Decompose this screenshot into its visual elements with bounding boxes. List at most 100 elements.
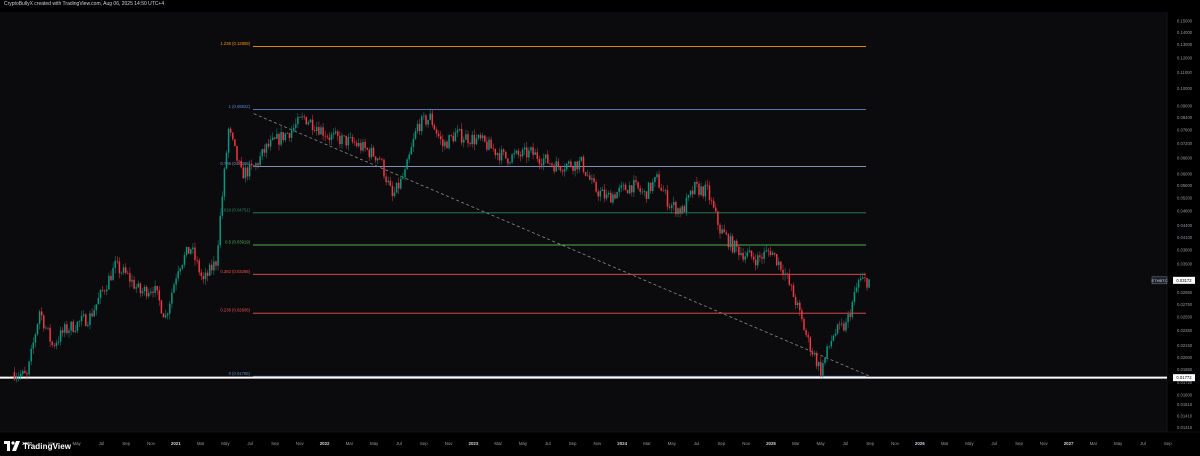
candle-body: [465, 134, 467, 140]
candle-body: [288, 133, 291, 138]
candle-body: [759, 255, 761, 258]
candle-body: [859, 278, 862, 281]
candle-body: [143, 286, 146, 292]
candle-body: [406, 159, 408, 170]
candle-body: [456, 130, 459, 133]
price-chart[interactable]: 0.15000 0.14000 0.13000 0.12000 0.11000 0.100…: [0, 0, 1200, 456]
candle-body: [549, 163, 551, 165]
x-tick-label: Sep: [866, 441, 874, 446]
candle-body: [427, 119, 429, 125]
candle-body: [614, 194, 616, 199]
y-tick-label: 0.05200: [1177, 195, 1193, 200]
candle: [162, 312, 165, 318]
candle-body: [740, 252, 742, 256]
candle-body: [290, 130, 293, 138]
candle-body: [597, 191, 599, 197]
candle-body: [492, 148, 494, 150]
candle-body: [700, 186, 702, 195]
candle-body: [696, 181, 698, 184]
candle-body: [372, 147, 375, 157]
candle-body: [574, 161, 576, 171]
candle-body: [822, 363, 824, 376]
y-tick-label: 0.01600: [1177, 392, 1193, 397]
candle-body: [255, 163, 257, 167]
candle-body: [173, 284, 175, 293]
candle-body: [578, 160, 581, 170]
candle-body: [532, 147, 534, 155]
candle-body: [154, 285, 156, 293]
candle-body: [139, 283, 142, 294]
candle-body: [750, 250, 753, 257]
candle-body: [286, 133, 289, 134]
candle-body: [32, 342, 35, 349]
candle-body: [788, 274, 791, 285]
candle-body: [796, 302, 799, 305]
candle-body: [301, 116, 303, 118]
x-tick-label: Sep: [569, 441, 577, 446]
candle-body: [397, 182, 400, 189]
candle-body: [534, 152, 536, 155]
y-tick-label: 0.06000: [1177, 171, 1193, 176]
candle-body: [704, 184, 707, 197]
candle-body: [223, 168, 226, 197]
candle-body: [635, 180, 637, 183]
candle-body: [733, 240, 736, 253]
candle-body: [864, 277, 866, 279]
candle-body: [393, 192, 396, 196]
candle: [836, 323, 839, 336]
candle: [775, 253, 778, 267]
candle-body: [320, 127, 322, 135]
candle-body: [211, 264, 213, 271]
candle-body: [236, 145, 238, 161]
x-tick-label: Nov: [1040, 441, 1049, 446]
candle-body: [133, 279, 135, 289]
y-tick-label: 0.04400: [1177, 223, 1193, 228]
x-tick-label: Mar: [1090, 441, 1098, 446]
fib-level-label: 1.236 (0.12859): [220, 41, 250, 46]
candle-body: [662, 190, 665, 192]
tradingview-logo[interactable]: TradingView: [4, 440, 71, 452]
fib-level-label: 0.382 (0.03288): [220, 269, 250, 274]
candle-body: [118, 261, 121, 274]
candle-body: [744, 256, 746, 260]
candle-body: [278, 133, 280, 145]
candle-body: [416, 123, 419, 132]
candle-body: [689, 190, 692, 195]
x-tick-label: Sep: [122, 441, 130, 446]
x-tick-label: Jul: [99, 441, 105, 446]
symbol-price-tag-label: ETHBTC: [1152, 278, 1168, 283]
x-tick-label: Sep: [1015, 441, 1023, 446]
candle-body: [458, 128, 461, 131]
candle-body: [555, 161, 557, 172]
candle-body: [763, 251, 765, 259]
candle-body: [110, 275, 112, 281]
candle-body: [421, 116, 423, 132]
candle-body: [641, 191, 644, 193]
candle-body: [645, 191, 648, 199]
tradingview-wordmark: TradingView: [23, 441, 72, 451]
candle-body: [246, 167, 249, 177]
candle-body: [746, 252, 749, 257]
candle-body: [36, 323, 39, 335]
candle-body: [610, 192, 612, 203]
candle-body: [116, 260, 119, 262]
candle-body: [267, 143, 270, 147]
candle-body: [232, 132, 234, 140]
candle-body: [612, 194, 614, 203]
candle-body: [507, 158, 509, 164]
y-tick-label: 0.14000: [1177, 30, 1193, 35]
candle-body: [649, 182, 652, 192]
candle-body: [754, 259, 757, 266]
candle-body: [408, 154, 410, 160]
candle-body: [765, 250, 767, 252]
candle-body: [366, 147, 368, 150]
candle-body: [13, 372, 16, 380]
candle-body: [452, 135, 455, 142]
candle-body: [374, 156, 377, 161]
candle-body: [259, 156, 261, 166]
candle-body: [515, 150, 518, 154]
x-tick-label: May: [72, 441, 81, 446]
candle-body: [570, 161, 572, 167]
candle-body: [353, 141, 356, 143]
candle-body: [769, 251, 772, 256]
